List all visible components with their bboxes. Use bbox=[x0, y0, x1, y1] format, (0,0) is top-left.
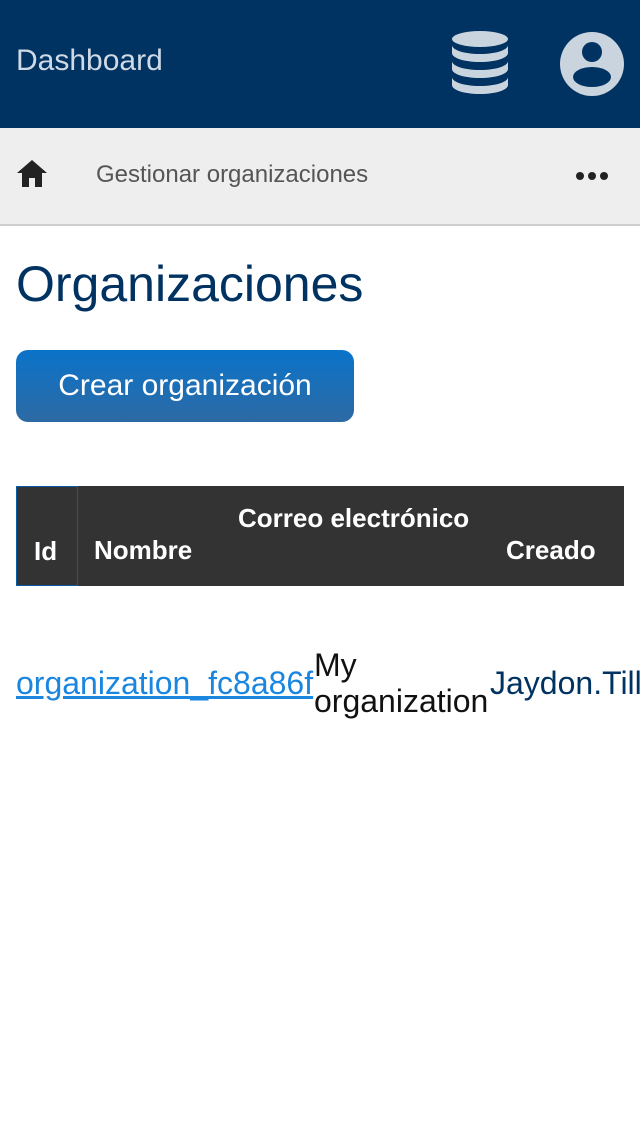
table-header: Id Nombre Correo electrónico Creado bbox=[16, 486, 624, 586]
account-circle-icon[interactable] bbox=[558, 30, 626, 98]
organization-name-cell: My organization bbox=[314, 647, 489, 719]
dashboard-title[interactable]: Dashboard bbox=[16, 43, 163, 79]
breadcrumb-current: Gestionar organizaciones bbox=[96, 161, 369, 188]
column-header-id[interactable]: Id bbox=[16, 486, 78, 586]
top-app-bar: Dashboard bbox=[0, 0, 640, 128]
column-header-created[interactable]: Creado bbox=[506, 534, 596, 566]
organization-email-cell: Jaydon.Till bbox=[490, 665, 640, 701]
database-icon[interactable] bbox=[448, 30, 512, 98]
home-icon[interactable] bbox=[14, 156, 50, 192]
column-header-name[interactable]: Nombre bbox=[94, 534, 192, 566]
organization-id-link[interactable]: organization_fc8a86f bbox=[16, 665, 313, 701]
more-horizontal-icon[interactable] bbox=[572, 164, 612, 188]
column-header-email[interactable]: Correo electrónico bbox=[238, 502, 478, 534]
page-title: Organizaciones bbox=[16, 256, 364, 312]
create-organization-button[interactable]: Crear organización bbox=[16, 350, 354, 422]
